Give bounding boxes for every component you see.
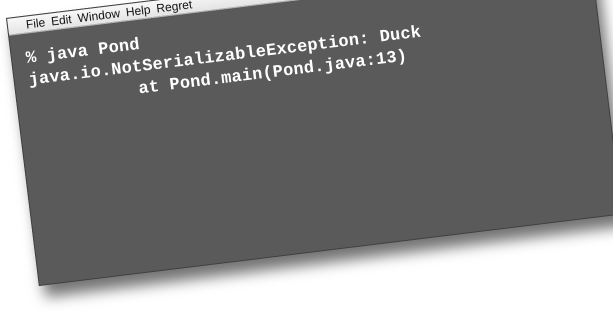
menu-help[interactable]: Help bbox=[125, 1, 152, 21]
menu-edit[interactable]: Edit bbox=[50, 11, 73, 30]
menu-file[interactable]: File bbox=[25, 14, 46, 33]
terminal-window: File Edit Window Help Regret % java Pond… bbox=[6, 0, 613, 286]
screen: File Edit Window Help Regret % java Pond… bbox=[0, 0, 613, 318]
console-output[interactable]: % java Pond java.io.NotSerializableExcep… bbox=[9, 0, 613, 285]
